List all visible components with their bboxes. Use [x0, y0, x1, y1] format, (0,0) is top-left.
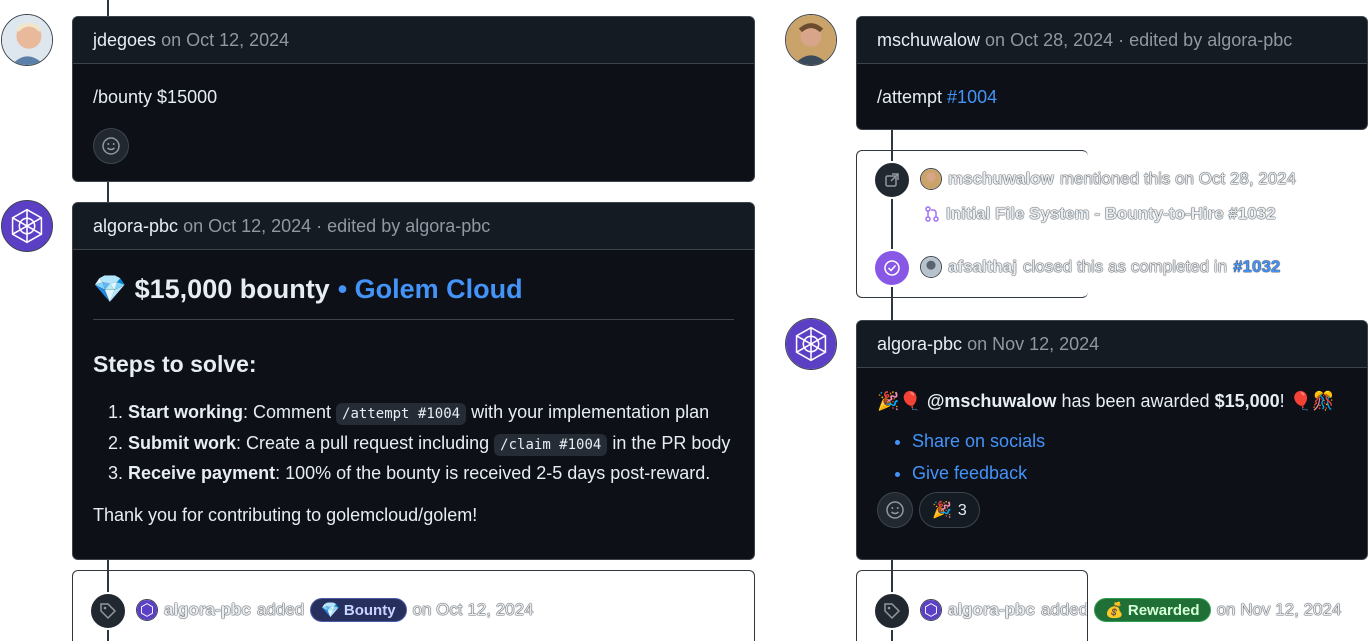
step-item: Receive payment: 100% of the bounty is r… — [128, 460, 734, 486]
event-text: mentioned this on Oct 28, 2024 — [1059, 169, 1297, 188]
reaction-tada[interactable]: 🎉 3 — [919, 492, 980, 529]
award-message: 🎉🎈 @mschuwalow has been awarded $15,000!… — [877, 391, 1335, 411]
award-links: Share on socials Give feedback — [877, 428, 1347, 486]
comment-author[interactable]: mschuwalow — [877, 30, 980, 51]
add-reaction-button[interactable] — [877, 492, 913, 529]
tag-icon — [884, 603, 901, 620]
comment-author[interactable]: jdegoes — [93, 30, 156, 51]
avatar-mschuwalow[interactable] — [785, 14, 837, 66]
comment-card-algora-bounty: algora-pbc on Oct 12, 2024 · edited by a… — [72, 202, 755, 560]
event-actor[interactable]: algora-pbc — [948, 600, 1035, 620]
referenced-pr[interactable]: Initial File System - Bounty-to-Hire #10… — [924, 204, 1276, 224]
event-action: added — [256, 600, 305, 619]
inline-code: /attempt #1004 — [336, 403, 467, 426]
smiley-icon — [886, 501, 904, 520]
closing-pr-link[interactable]: #1032 — [1233, 257, 1280, 277]
avatar-algora-pbc[interactable] — [785, 318, 837, 370]
comment-timestamp[interactable]: on Oct 28, 2024 · edited by algora-pbc — [985, 30, 1292, 51]
event-actor[interactable]: mschuwalow — [948, 169, 1054, 189]
tag-icon — [100, 603, 117, 620]
check-circle-icon — [884, 260, 900, 276]
step-item: Submit work: Create a pull request inclu… — [128, 430, 734, 456]
reaction-count: 3 — [957, 501, 967, 519]
avatar-algora-pbc[interactable] — [1, 200, 53, 252]
event-actor[interactable]: afsalthaj — [948, 257, 1017, 277]
comment-text: /bounty $15000 — [93, 87, 218, 107]
steps-list: Start working: Comment /attempt #1004 wi… — [93, 399, 734, 485]
label-added-event: algora-pbc added 💰 Rewarded on Nov 12, 20… — [920, 598, 1341, 622]
event-actor[interactable]: algora-pbc — [164, 600, 251, 620]
thanks-text: Thank you for contributing to golemcloud… — [93, 504, 478, 525]
add-reaction-button[interactable] — [93, 128, 129, 165]
comment-header: mschuwalow on Oct 28, 2024 · edited by a… — [857, 17, 1367, 64]
share-on-socials-link[interactable]: Share on socials — [912, 428, 1347, 454]
gem-emoji: 💎 — [93, 274, 127, 304]
mention-event: mschuwalow mentioned this on Oct 28, 202… — [920, 168, 1296, 190]
issue-link[interactable]: #1004 — [947, 87, 997, 107]
label-added-event: algora-pbc added 💎 Bounty on Oct 12, 2024 — [136, 598, 534, 622]
comment-timestamp[interactable]: on Oct 12, 2024 — [161, 30, 289, 51]
pull-request-icon — [925, 206, 939, 222]
comment-header: jdegoes on Oct 12, 2024 — [73, 17, 754, 64]
step-item: Start working: Comment /attempt #1004 wi… — [128, 399, 734, 426]
event-date[interactable]: on Nov 12, 2024 — [1217, 600, 1342, 620]
comment-header: algora-pbc on Oct 12, 2024 · edited by a… — [73, 203, 754, 250]
tag-event-icon — [873, 592, 911, 630]
closed-event-icon — [873, 249, 911, 287]
closed-event: afsalthaj closed this as completed in #1… — [920, 256, 1280, 278]
bounty-heading: 💎 $15,000 bounty • Golem Cloud — [93, 270, 734, 321]
give-feedback-link[interactable]: Give feedback — [912, 460, 1347, 486]
attempt-command: /attempt — [877, 87, 943, 107]
user-mention[interactable]: @mschuwalow — [927, 391, 1057, 411]
steps-heading: Steps to solve: — [93, 351, 257, 378]
rewarded-label[interactable]: 💰 Rewarded — [1094, 598, 1211, 622]
mini-avatar-afsalthaj[interactable] — [920, 256, 942, 278]
external-link-icon — [885, 173, 899, 187]
event-text: closed this as completed in — [1022, 257, 1228, 276]
tag-event-icon — [89, 592, 127, 630]
pr-title[interactable]: Initial File System - Bounty-to-Hire #10… — [946, 204, 1276, 224]
comment-timestamp[interactable]: on Nov 12, 2024 — [967, 334, 1099, 355]
comment-author[interactable]: algora-pbc — [877, 334, 962, 355]
comment-header: algora-pbc on Nov 12, 2024 — [857, 321, 1367, 368]
comment-card-algora-award: algora-pbc on Nov 12, 2024 🎉🎈 @mschuwalo… — [856, 320, 1368, 560]
event-date[interactable]: on Oct 12, 2024 — [413, 600, 534, 620]
cross-reference-event-icon — [873, 161, 911, 199]
comment-author[interactable]: algora-pbc — [93, 216, 178, 237]
event-action: added — [1040, 600, 1089, 619]
bounty-label[interactable]: 💎 Bounty — [310, 598, 407, 622]
inline-code: /claim #1004 — [494, 433, 608, 456]
comment-body: 🎉🎈 @mschuwalow has been awarded $15,000!… — [857, 368, 1367, 548]
mini-avatar-algora[interactable] — [920, 599, 942, 621]
mini-avatar-mschuwalow[interactable] — [920, 168, 942, 190]
smiley-icon — [102, 137, 120, 155]
mini-avatar-algora[interactable] — [136, 599, 158, 621]
comment-body: 💎 $15,000 bounty • Golem Cloud Steps to … — [73, 250, 754, 548]
bounty-amount: $15,000 bounty — [134, 274, 330, 304]
golem-cloud-link[interactable]: • Golem Cloud — [338, 270, 523, 309]
avatar-jdegoes[interactable] — [1, 14, 53, 66]
comment-timestamp[interactable]: on Oct 12, 2024 · edited by algora-pbc — [183, 216, 490, 237]
comment-body: /bounty $15000 — [73, 64, 754, 184]
comment-card-jdegoes: jdegoes on Oct 12, 2024 /bounty $15000 — [72, 16, 755, 182]
comment-card-mschuwalow: mschuwalow on Oct 28, 2024 · edited by a… — [856, 16, 1368, 130]
comment-body: /attempt #1004 — [857, 64, 1367, 130]
